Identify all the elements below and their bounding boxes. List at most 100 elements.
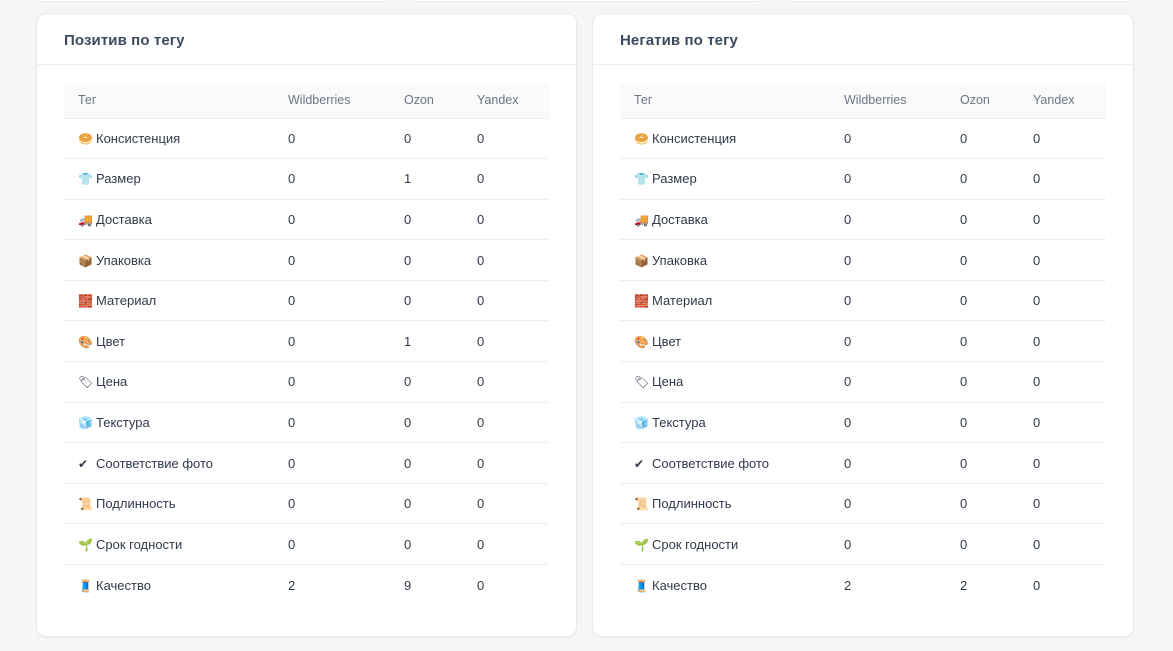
tag-label: Доставка (96, 211, 152, 227)
tag-cell: 🧵 Качество (64, 565, 274, 606)
check-icon: ✔ (78, 456, 89, 471)
tag-label: Консистенция (652, 130, 737, 146)
table-row: 👕 Размер 0 1 0 (64, 158, 549, 200)
brick-icon: 🧱 (78, 294, 93, 309)
tag-label: Доставка (652, 211, 708, 227)
column-header-wildberries[interactable]: Wildberries (830, 83, 946, 119)
yandex-count: 0 (477, 577, 485, 593)
wildberries-count: 0 (274, 199, 390, 241)
ozon-count: 0 (946, 402, 1019, 444)
card-peek-2 (410, 0, 762, 2)
tag-label: Упаковка (96, 252, 152, 268)
table-row: 📦 Упаковка 0 0 0 (64, 239, 549, 281)
table-row: 🧊 Текстура 0 0 0 (620, 402, 1106, 444)
ice-cube-icon: 🧊 (634, 415, 649, 430)
wildberries-count: 0 (274, 402, 390, 444)
yandex-count: 0 (1019, 280, 1106, 322)
ozon-count: 0 (946, 158, 1019, 200)
thread-icon: 🧵 (78, 578, 93, 593)
seedling-icon: 🌱 (78, 537, 93, 552)
yandex-count: 0 (463, 402, 549, 444)
negative-tag-table: Тег Wildberries Ozon Yandex 🥯 Консистенци… (620, 83, 1106, 605)
table-header-row: Тег Wildberries Ozon Yandex (64, 83, 549, 119)
bagel-icon: 🥯 (634, 131, 649, 146)
table-row: ✔ Соответствие фото 0 0 0 (64, 442, 549, 484)
table-row: 🧊 Текстура 0 0 0 (64, 402, 549, 444)
seedling-icon: 🌱 (634, 537, 649, 552)
table-row: 🎨 Цвет 0 1 0 (64, 320, 549, 363)
tag-cell: 🏷 Цена (620, 361, 830, 403)
yandex-count: 0 (463, 442, 549, 484)
tag-label: Подлинность (652, 496, 732, 512)
ozon-count: 0 (946, 199, 1019, 241)
wildberries-count: 0 (830, 483, 946, 525)
wildberries-count: 0 (830, 199, 946, 241)
yandex-count: 0 (463, 239, 549, 281)
ozon-count: 2 (960, 577, 968, 593)
tag-label: Материал (96, 293, 157, 309)
wildberries-count: 2 (288, 577, 296, 593)
table-row: 🧵 Качество 2 2 0 (620, 565, 1106, 606)
truck-icon: 🚚 (634, 212, 649, 227)
ozon-count: 0 (390, 523, 463, 566)
card-title: Позитив по тегу (64, 32, 185, 49)
table-body: 🥯 Консистенция 0 0 0 👕 Размер 0 1 0 🚚 Доставка 0 0 0 📦 У… (64, 118, 549, 605)
tag-label: Текстура (96, 414, 150, 430)
card-header: Негатив по тегу (593, 14, 1133, 65)
table-row: 🏷 Цена 0 0 0 (64, 361, 549, 403)
tag-cell: 📦 Упаковка (620, 239, 830, 281)
wildberries-count: 0 (830, 239, 946, 281)
column-header-wildberries[interactable]: Wildberries (274, 83, 390, 119)
yandex-count: 0 (463, 158, 549, 200)
column-header-yandex[interactable]: Yandex (1019, 83, 1106, 119)
yandex-count: 0 (1019, 199, 1106, 241)
table-row: 🥯 Консистенция 0 0 0 (64, 118, 549, 160)
scroll-icon: 📜 (78, 497, 93, 512)
wildberries-count: 0 (830, 118, 946, 160)
ozon-count: 1 (390, 320, 463, 363)
table-row: 🎨 Цвет 0 0 0 (620, 320, 1106, 363)
column-header-ozon[interactable]: Ozon (390, 83, 463, 119)
tag-label: Консистенция (96, 130, 181, 146)
yandex-count: 0 (1019, 118, 1106, 160)
ozon-count: 0 (390, 118, 463, 160)
table-row: 🌱 Срок годности 0 0 0 (620, 523, 1106, 566)
tag-label: Качество (96, 577, 151, 593)
ozon-count: 0 (390, 239, 463, 281)
yandex-count: 0 (1019, 442, 1106, 484)
tag-label: Цена (96, 374, 128, 390)
ozon-count: 9 (404, 577, 412, 593)
tag-label: Текстура (652, 414, 706, 430)
package-icon: 📦 (78, 253, 93, 268)
tag-label: Размер (652, 171, 697, 187)
tag-cell: 👕 Размер (64, 158, 274, 200)
tag-label: Срок годности (652, 536, 739, 552)
card-peek-1 (36, 0, 388, 2)
tag-cell: 🧵 Качество (620, 565, 830, 606)
table-row: 📜 Подлинность 0 0 0 (64, 483, 549, 525)
thread-icon: 🧵 (634, 578, 649, 593)
ozon-count: 0 (390, 402, 463, 444)
bagel-icon: 🥯 (78, 131, 93, 146)
tag-cell: 🌱 Срок годности (64, 523, 274, 566)
column-header-tag[interactable]: Тег (620, 83, 830, 119)
wildberries-count: 0 (274, 280, 390, 322)
wildberries-count: 2 (844, 577, 852, 593)
tag-cell: 🌱 Срок годности (620, 523, 830, 566)
column-header-ozon[interactable]: Ozon (946, 83, 1019, 119)
shirt-icon: 👕 (78, 172, 93, 187)
yandex-count: 0 (463, 280, 549, 322)
tag-cell: ✔ Соответствие фото (620, 442, 830, 484)
column-header-yandex[interactable]: Yandex (463, 83, 549, 119)
tag-cell: 🥯 Консистенция (64, 118, 274, 160)
table-row: 🥯 Консистенция 0 0 0 (620, 118, 1106, 160)
table-container: Тег Wildberries Ozon Yandex 🥯 Консистенци… (64, 83, 549, 605)
column-header-tag[interactable]: Тег (64, 83, 274, 119)
ozon-count: 0 (946, 239, 1019, 281)
table-header-row: Тег Wildberries Ozon Yandex (620, 83, 1106, 119)
wildberries-count: 0 (830, 442, 946, 484)
table-container: Тег Wildberries Ozon Yandex 🥯 Консистенци… (620, 83, 1106, 605)
tag-label: Цена (652, 374, 684, 390)
yandex-count: 0 (463, 361, 549, 403)
yandex-count: 0 (1019, 239, 1106, 281)
